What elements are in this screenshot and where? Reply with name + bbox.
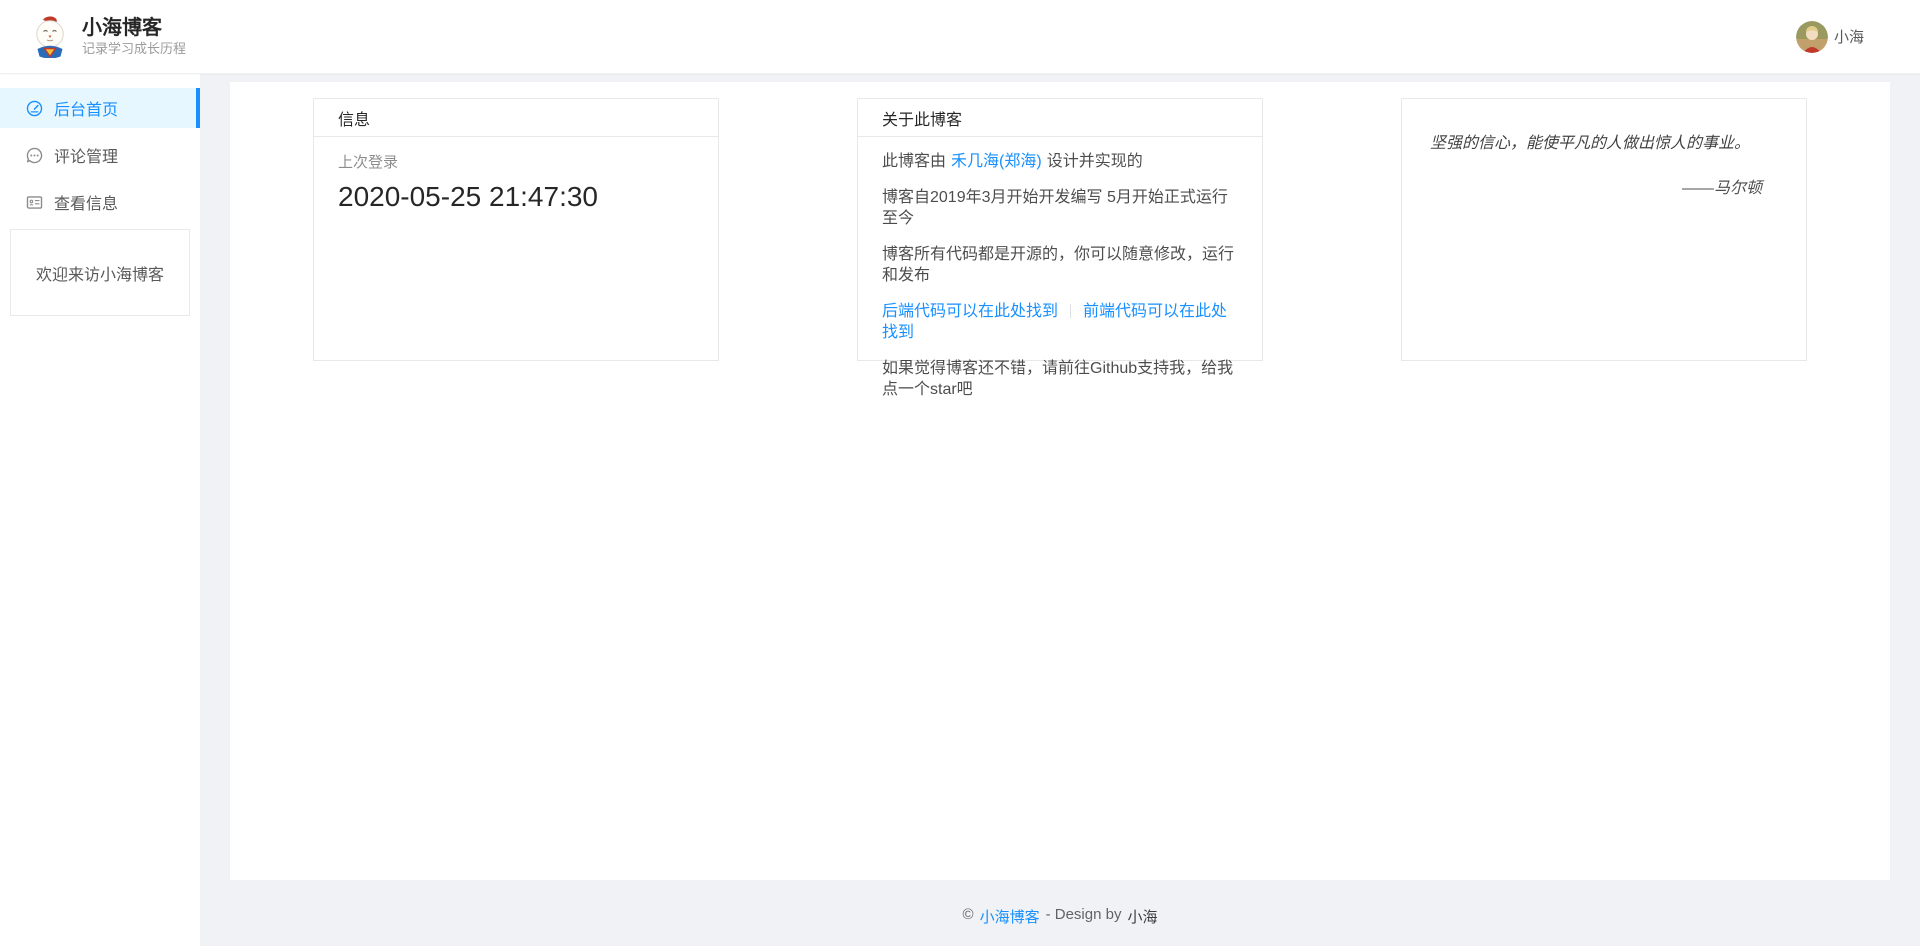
brand[interactable]: 小海博客 记录学习成长历程 — [30, 16, 186, 58]
about-line-history: 博客自2019年3月开始开发编写 5月开始正式运行至今 — [882, 187, 1238, 229]
main-panel: 信息 上次登录 2020-05-25 21:47:30 关于此博客 此博客由禾几… — [230, 82, 1890, 880]
about-card: 关于此博客 此博客由禾几海(郑海)设计并实现的 博客自2019年3月开始开发编写… — [857, 98, 1263, 361]
info-card-title: 信息 — [314, 99, 718, 137]
about-card-title: 关于此博客 — [858, 99, 1262, 137]
footer-site-link[interactable]: 小海博客 — [980, 906, 1040, 927]
backend-code-link[interactable]: 后端代码可以在此处找到 — [882, 303, 1058, 320]
site-title: 小海博客 — [82, 16, 186, 40]
sidebar-item-info[interactable]: 查看信息 — [0, 182, 200, 222]
author-link[interactable]: 禾几海(郑海) — [951, 153, 1042, 170]
quote-author: ——马尔顿 — [1430, 174, 1778, 198]
about-line-author: 此博客由禾几海(郑海)设计并实现的 — [882, 151, 1238, 172]
info-card: 信息 上次登录 2020-05-25 21:47:30 — [313, 98, 719, 361]
cards-row: 信息 上次登录 2020-05-25 21:47:30 关于此博客 此博客由禾几… — [313, 98, 1807, 361]
welcome-box: 欢迎来访小海博客 — [10, 229, 190, 316]
dashboard-icon — [26, 100, 43, 117]
page-footer: © 小海博客 - Design by 小海 — [200, 880, 1920, 946]
user-avatar[interactable] — [1796, 21, 1828, 53]
content-area: 信息 上次登录 2020-05-25 21:47:30 关于此博客 此博客由禾几… — [200, 74, 1920, 946]
footer-author: 小海 — [1127, 906, 1157, 927]
quote-card: 坚强的信心，能使平凡的人做出惊人的事业。 ——马尔顿 — [1401, 98, 1807, 361]
sidebar-item-label: 后台首页 — [54, 96, 118, 120]
sidebar-item-label: 评论管理 — [54, 143, 118, 167]
idcard-icon — [26, 194, 43, 211]
sidebar-item-label: 查看信息 — [54, 190, 118, 214]
about-line-links: 后端代码可以在此处找到前端代码可以在此处找到 — [882, 301, 1238, 343]
comment-icon — [26, 147, 43, 164]
welcome-text: 欢迎来访小海博客 — [36, 261, 164, 285]
sidebar-item-dashboard[interactable]: 后台首页 — [0, 88, 200, 128]
quote-text: 坚强的信心，能使平凡的人做出惊人的事业。 — [1430, 133, 1778, 155]
site-subtitle: 记录学习成长历程 — [82, 40, 186, 58]
footer-middle-text: - Design by — [1046, 906, 1122, 923]
main-layout: 后台首页 评论管理 查看信息 — [0, 74, 1920, 946]
sidebar-item-comments[interactable]: 评论管理 — [0, 135, 200, 175]
about-line-star: 如果觉得博客还不错，请前往Github支持我，给我点一个star吧 — [882, 358, 1238, 400]
last-login-value: 2020-05-25 21:47:30 — [338, 179, 694, 215]
copyright-symbol: © — [963, 906, 974, 923]
vertical-divider — [1070, 304, 1071, 318]
site-logo-icon — [30, 16, 70, 58]
top-header: 小海博客 记录学习成长历程 小海 — [0, 0, 1920, 74]
sidebar: 后台首页 评论管理 查看信息 — [0, 74, 200, 946]
last-login-label: 上次登录 — [338, 151, 694, 172]
user-name: 小海 — [1834, 26, 1864, 47]
user-menu[interactable]: 小海 — [1796, 21, 1864, 53]
about-line-opensource: 博客所有代码都是开源的，你可以随意修改，运行和发布 — [882, 244, 1238, 286]
